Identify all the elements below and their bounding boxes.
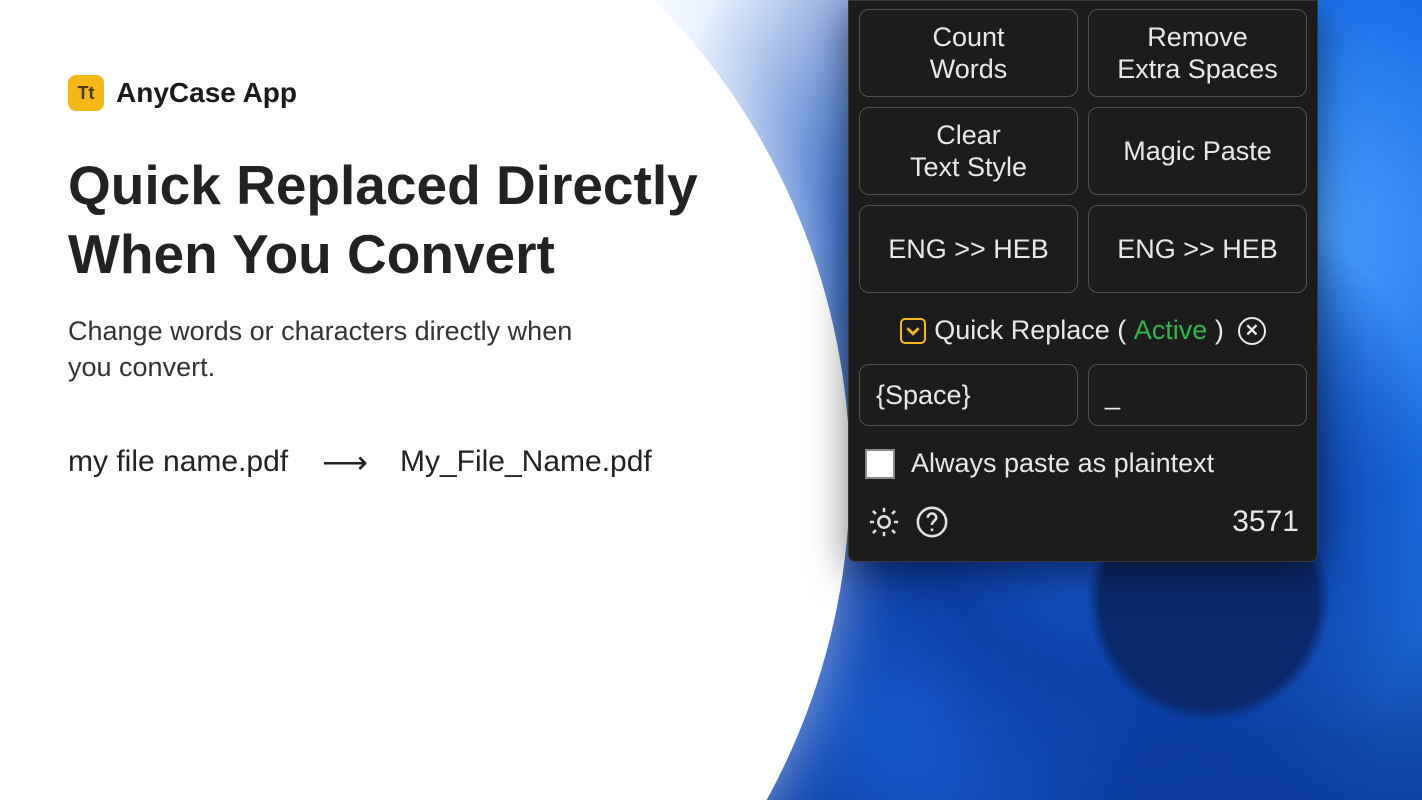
replace-from-input[interactable]: {Space} [859, 364, 1078, 426]
help-icon[interactable] [915, 505, 949, 539]
close-icon: ✕ [1245, 321, 1259, 341]
example-row: my file name.pdf ⟶ My_File_Name.pdf [68, 443, 708, 481]
magic-paste-button[interactable]: Magic Paste [1088, 107, 1307, 195]
decor-dot [610, 640, 682, 712]
count-words-button[interactable]: Count Words [859, 9, 1078, 97]
plaintext-label: Always paste as plaintext [911, 448, 1214, 479]
example-before: my file name.pdf [68, 445, 288, 479]
app-name: AnyCase App [116, 77, 297, 109]
quick-replace-toggle[interactable] [900, 318, 926, 344]
quick-replace-label: Quick Replace ( Active ) [934, 315, 1224, 346]
gear-icon[interactable] [867, 505, 901, 539]
app-panel: Count Words Remove Extra Spaces Clear Te… [848, 0, 1318, 562]
chevron-down-icon [906, 324, 920, 338]
subheadline: Change words or characters directly when… [68, 313, 608, 386]
app-logo-icon: Tt [68, 75, 104, 111]
example-after: My_File_Name.pdf [400, 445, 652, 479]
arrow-icon: ⟶ [322, 443, 366, 481]
headline: Quick Replaced Directly When You Convert [68, 151, 708, 289]
replace-to-input[interactable]: _ [1088, 364, 1307, 426]
decor-dot [568, 724, 646, 800]
plaintext-checkbox[interactable] [865, 449, 895, 479]
marketing-copy: Tt AnyCase App Quick Replaced Directly W… [68, 75, 708, 481]
clear-text-style-button[interactable]: Clear Text Style [859, 107, 1078, 195]
eng-heb-button-2[interactable]: ENG >> HEB [1088, 205, 1307, 293]
remove-extra-spaces-button[interactable]: Remove Extra Spaces [1088, 9, 1307, 97]
counter-value: 3571 [1232, 505, 1299, 539]
quick-replace-close-button[interactable]: ✕ [1238, 317, 1266, 345]
app-badge: Tt AnyCase App [68, 75, 297, 111]
eng-heb-button-1[interactable]: ENG >> HEB [859, 205, 1078, 293]
quick-replace-status: Active [1134, 315, 1208, 345]
